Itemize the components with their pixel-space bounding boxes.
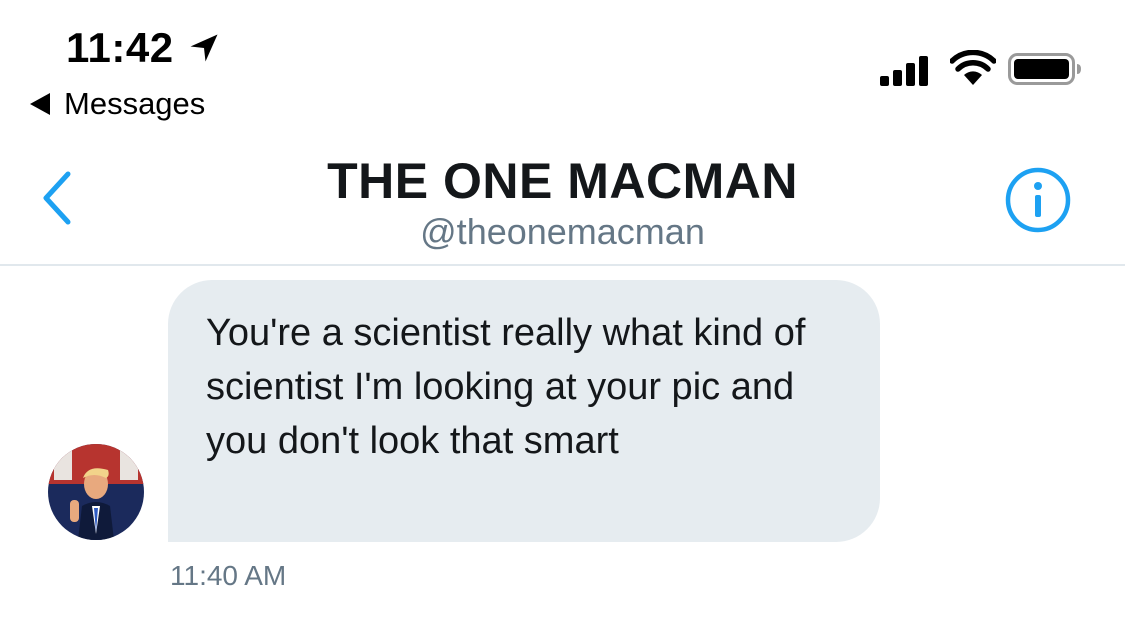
message-text: You're a scientist really what kind of s… [206, 312, 806, 462]
back-app-label: Messages [64, 86, 206, 121]
message-bubble[interactable]: You're a scientist really what kind of s… [168, 280, 880, 542]
back-triangle-icon [30, 93, 50, 115]
conversation-header: THE ONE MACMAN @theonemacman [0, 152, 1125, 254]
avatar[interactable] [48, 444, 144, 540]
user-handle: @theonemacman [420, 211, 705, 252]
location-arrow-icon [190, 34, 218, 62]
header-divider [0, 264, 1125, 266]
message-timestamp: 11:40 AM [170, 560, 287, 591]
page-title: THE ONE MACMAN [327, 153, 798, 209]
battery-icon [1008, 53, 1081, 85]
wifi-icon [950, 50, 996, 85]
signal-icon [880, 56, 928, 86]
info-icon[interactable] [1004, 166, 1072, 234]
status-time: 11:42 [66, 24, 174, 71]
back-to-app-button[interactable]: Messages [30, 86, 205, 122]
